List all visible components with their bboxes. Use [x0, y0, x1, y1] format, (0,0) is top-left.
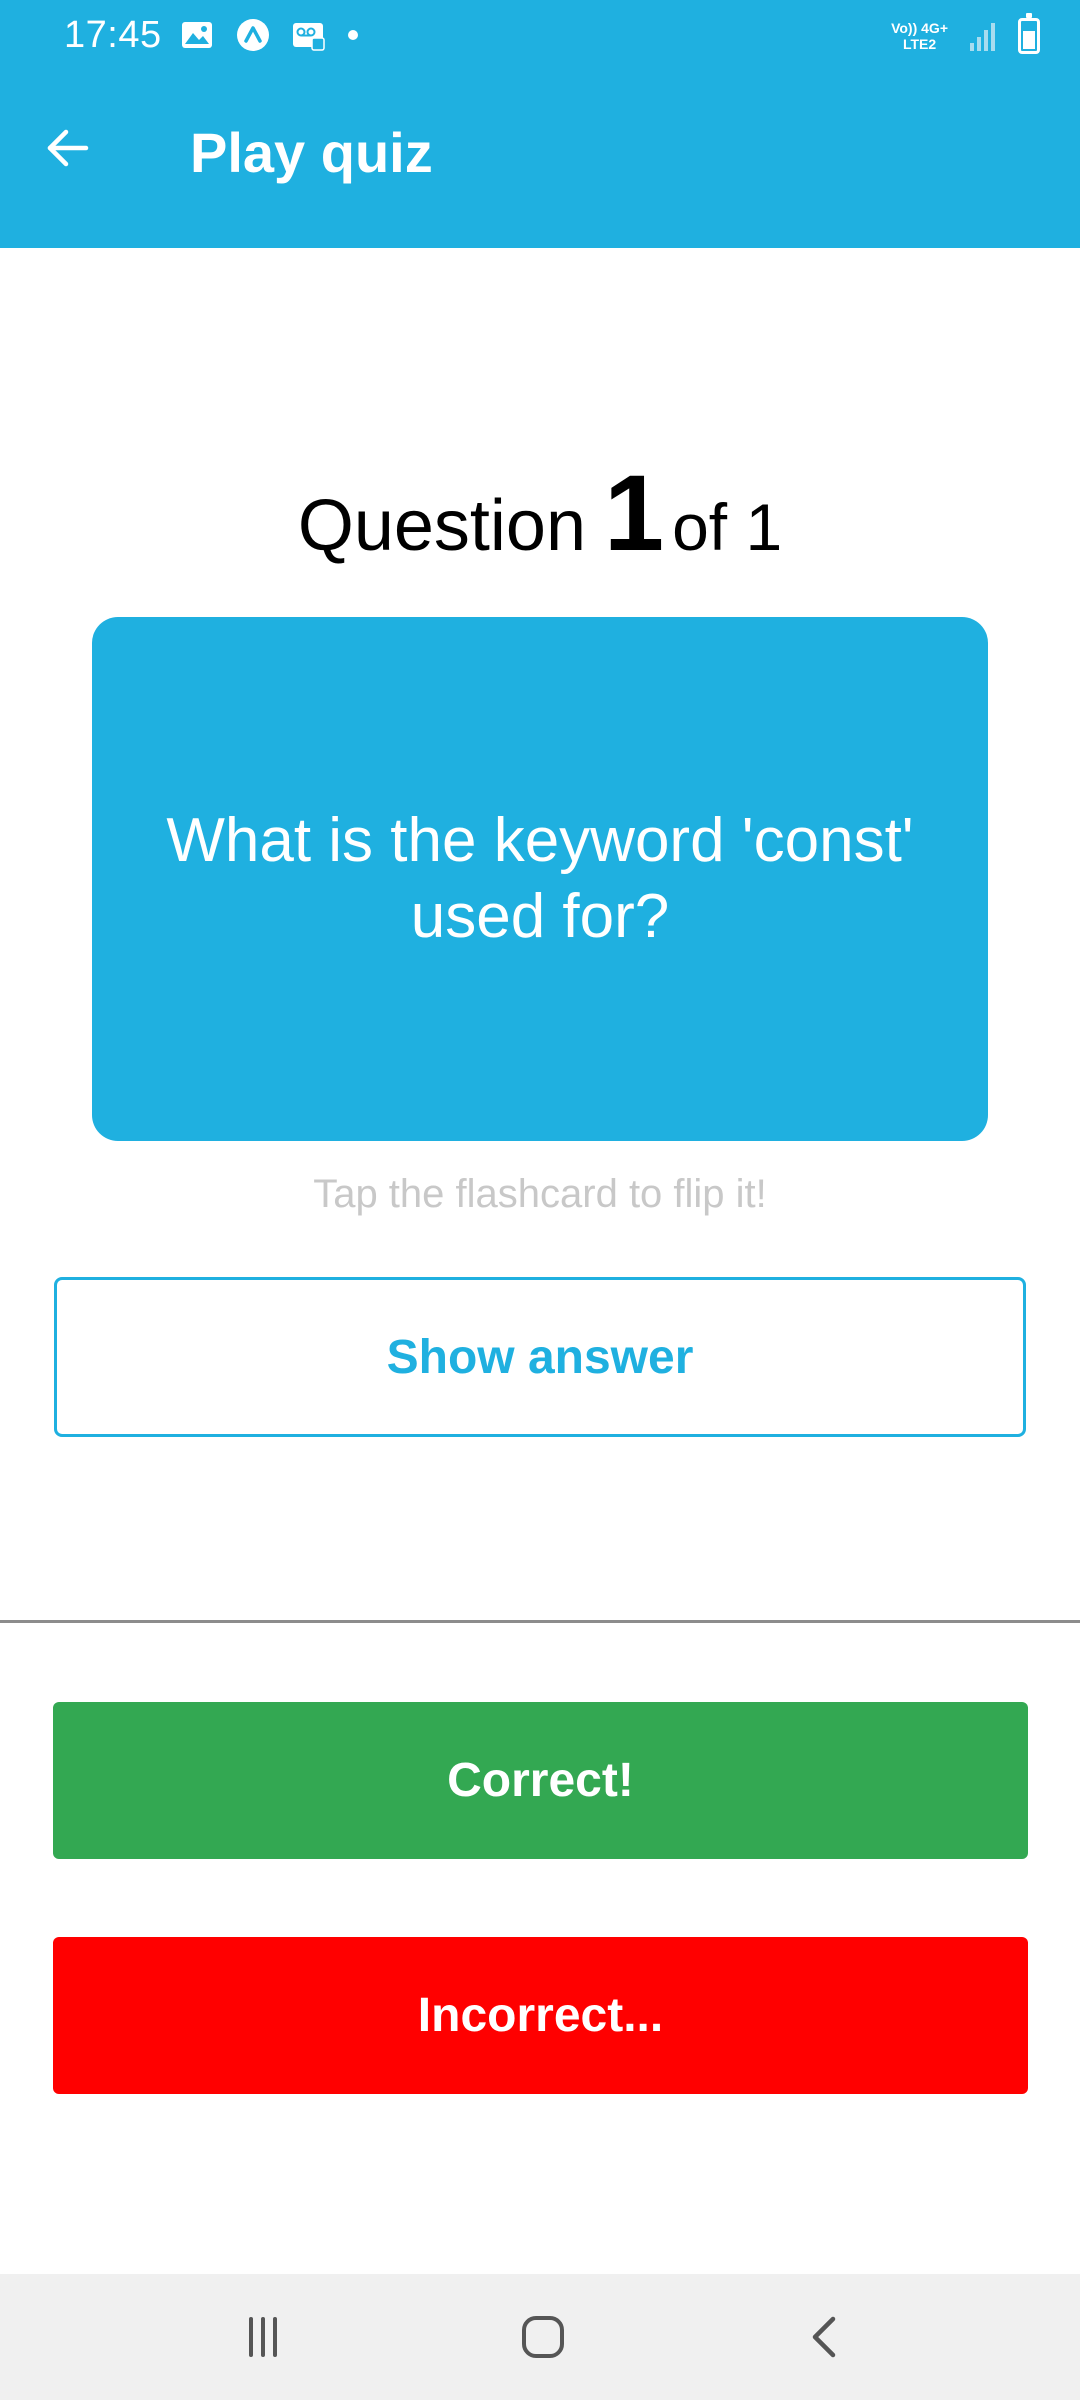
arrow-left-icon: [47, 129, 89, 167]
home-button[interactable]: [503, 2302, 583, 2372]
status-bar: 17:45 Vo)) 4G+ LTE2: [0, 0, 1080, 76]
network-indicator: Vo)) 4G+ LTE2: [891, 20, 948, 52]
back-icon: [812, 2316, 836, 2358]
question-counter: Question 1 of 1: [0, 450, 1080, 575]
notification-icons: [180, 18, 358, 52]
app-bar: Play quiz: [0, 76, 1080, 248]
network-line-2: LTE2: [902, 36, 937, 52]
network-line-1: Vo)) 4G+: [891, 20, 948, 36]
navigation-bar: [0, 2274, 1080, 2400]
signal-icon: [970, 23, 995, 51]
question-label: Question: [297, 486, 586, 566]
status-time: 17:45: [64, 14, 162, 56]
incorrect-button[interactable]: Incorrect...: [53, 1937, 1028, 2094]
image-icon: [182, 22, 212, 48]
dot-icon: [348, 30, 358, 40]
divider: [0, 1620, 1080, 1623]
flashcard-question: What is the keyword 'const' used for?: [166, 806, 914, 951]
page-title: Play quiz: [190, 121, 433, 184]
flashcard[interactable]: What is the keyword 'const' used for?: [92, 617, 988, 1141]
question-number: 1: [604, 452, 665, 573]
flip-hint: Tap the flashcard to flip it!: [313, 1172, 767, 1216]
recents-icon: [249, 2317, 277, 2357]
app-icon: [237, 19, 269, 51]
correct-button[interactable]: Correct!: [53, 1702, 1028, 1859]
home-icon: [522, 2316, 564, 2358]
status-indicators: Vo)) 4G+ LTE2: [891, 13, 1040, 54]
show-answer-button[interactable]: Show answer: [54, 1277, 1026, 1437]
battery-level: [1023, 30, 1035, 49]
battery-icon: [1018, 13, 1040, 54]
question-total: of 1: [672, 490, 783, 564]
voicemail-icon: [293, 23, 325, 51]
system-back-button[interactable]: [785, 2302, 865, 2372]
recents-button[interactable]: [223, 2302, 303, 2372]
back-button[interactable]: [30, 110, 106, 186]
